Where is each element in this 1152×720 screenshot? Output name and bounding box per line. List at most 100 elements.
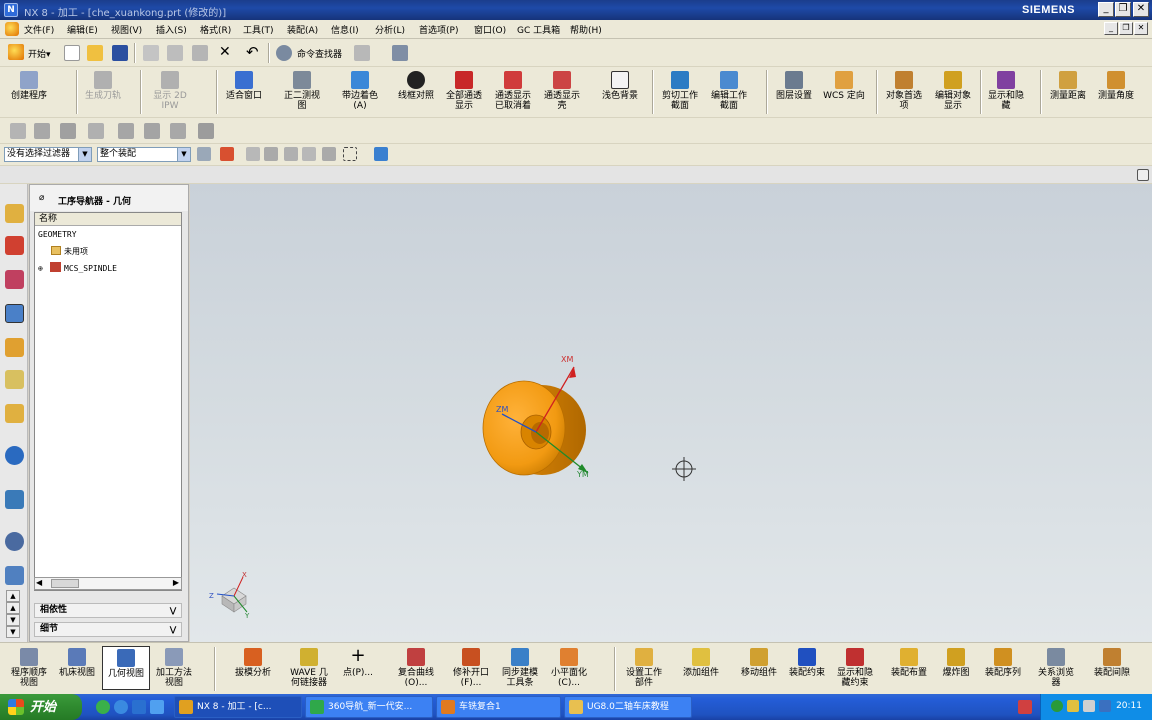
machine-tool-navigator-icon[interactable] bbox=[5, 338, 24, 357]
save-icon[interactable] bbox=[112, 45, 128, 61]
new-file-icon[interactable] bbox=[64, 45, 80, 61]
doc-restore-button[interactable]: ❐ bbox=[1119, 22, 1133, 35]
minimize-button[interactable]: _ bbox=[1098, 2, 1114, 17]
open-folder-icon[interactable] bbox=[87, 45, 103, 61]
program-order-view-button[interactable]: 程序顺序视图 bbox=[6, 648, 52, 688]
machining-method-view-button[interactable]: 加工方法视图 bbox=[152, 648, 196, 688]
reuse-library-icon[interactable] bbox=[5, 370, 24, 389]
command-finder-button[interactable]: 命令查找器 bbox=[297, 47, 342, 60]
disabled-tool-icon[interactable] bbox=[60, 123, 76, 139]
menu-info[interactable]: 信息(I) bbox=[331, 23, 359, 36]
measure-distance-button[interactable]: 测量距离 bbox=[1044, 71, 1092, 101]
system-materials-icon[interactable] bbox=[5, 566, 24, 585]
operation-navigator-icon[interactable] bbox=[5, 304, 24, 323]
chevron-down-icon[interactable]: ⋁ bbox=[167, 624, 179, 635]
navigator-tree[interactable]: 名称 GEOMETRY 未用项 ⊕ MCS_SPINDLE bbox=[34, 212, 182, 591]
disabled-tool-icon[interactable] bbox=[198, 123, 214, 139]
snap-mid-icon[interactable] bbox=[264, 147, 278, 161]
machine-tool-view-button[interactable]: 机床视图 bbox=[54, 648, 100, 678]
tray-volume-icon[interactable] bbox=[1083, 700, 1095, 712]
menu-file[interactable]: 文件(F) bbox=[24, 23, 54, 36]
scroll-up-icon[interactable]: ▲ bbox=[6, 602, 20, 614]
menu-view[interactable]: 视图(V) bbox=[111, 23, 142, 36]
scroll-down-icon[interactable]: ▼ bbox=[6, 614, 20, 626]
menu-edit[interactable]: 编辑(E) bbox=[67, 23, 98, 36]
menu-assembly[interactable]: 装配(A) bbox=[287, 23, 318, 36]
menu-preferences[interactable]: 首选项(P) bbox=[419, 23, 458, 36]
light-background-button[interactable]: 浅色背景 bbox=[596, 71, 644, 101]
menu-tools[interactable]: 工具(T) bbox=[243, 23, 274, 36]
relationship-browser-button[interactable]: 关系浏览器 bbox=[1034, 648, 1078, 688]
type-filter-dropdown[interactable]: 没有选择过滤器 ▼ bbox=[4, 147, 92, 162]
object-preferences-button[interactable]: 对象首选项 bbox=[880, 71, 928, 111]
exploded-views-button[interactable]: 爆炸图 bbox=[934, 648, 978, 678]
disabled-tool-icon[interactable] bbox=[34, 123, 50, 139]
selection-scope-dropdown[interactable]: 整个装配 ▼ bbox=[97, 147, 191, 162]
tray-app-icon[interactable] bbox=[1018, 700, 1032, 714]
shaded-with-edges-button[interactable]: 带边着色(A) bbox=[336, 71, 384, 111]
tree-row-mcs-spindle[interactable]: ⊕ MCS_SPINDLE bbox=[38, 262, 117, 273]
disabled-tool-icon[interactable] bbox=[170, 123, 186, 139]
close-button[interactable]: ✕ bbox=[1133, 2, 1149, 17]
assembly-clearance-button[interactable]: 装配间隙 bbox=[1090, 648, 1134, 678]
translucent-shell-button[interactable]: 通透显示壳 bbox=[538, 71, 586, 111]
snap-center-icon[interactable] bbox=[322, 147, 336, 161]
name-column-header[interactable]: 名称 bbox=[35, 213, 181, 226]
trimetric-view-button[interactable]: 正二测视图 bbox=[278, 71, 326, 111]
scroll-left-icon[interactable]: ◀ bbox=[36, 578, 42, 587]
cut-icon[interactable] bbox=[143, 45, 159, 61]
dependencies-panel[interactable]: 相依性 ⋁ bbox=[34, 603, 182, 618]
disabled-tool-icon[interactable] bbox=[118, 123, 134, 139]
menu-format[interactable]: 格式(R) bbox=[200, 23, 231, 36]
web-browser-icon[interactable] bbox=[5, 446, 24, 465]
maximize-button[interactable]: ❐ bbox=[1115, 2, 1131, 17]
layer-settings-button[interactable]: 图层设置 bbox=[770, 71, 818, 101]
doc-minimize-button[interactable]: _ bbox=[1104, 22, 1118, 35]
tree-row-unused[interactable]: 未用项 bbox=[51, 246, 88, 257]
snap-intersection-icon[interactable] bbox=[302, 147, 316, 161]
wave-geometry-linker-button[interactable]: WAVE 几何链接器 bbox=[286, 648, 332, 688]
edit-work-section-button[interactable]: 编辑工作截面 bbox=[704, 71, 754, 111]
wireframe-button[interactable]: 线框对照 bbox=[392, 71, 440, 101]
full-screen-icon[interactable] bbox=[1137, 169, 1149, 181]
delete-icon[interactable]: ✕ bbox=[219, 44, 231, 60]
scroll-right-icon[interactable]: ▶ bbox=[173, 578, 179, 587]
draft-analysis-button[interactable]: 拔模分析 bbox=[230, 648, 276, 678]
quicklaunch-icon[interactable] bbox=[96, 700, 110, 714]
disabled-tool-icon[interactable] bbox=[88, 123, 104, 139]
generate-toolpath-button[interactable]: 生成刀轨 bbox=[78, 71, 128, 101]
menu-gc-toolbox[interactable]: GC 工具箱 bbox=[517, 23, 560, 36]
set-work-part-button[interactable]: 设置工作部件 bbox=[620, 648, 668, 688]
graphics-window[interactable]: XM YM ZM X Y Z bbox=[190, 184, 1152, 642]
scroll-up-icon[interactable]: ▲ bbox=[6, 590, 20, 602]
part-disk[interactable] bbox=[482, 380, 586, 476]
scroll-down-icon[interactable]: ▼ bbox=[6, 626, 20, 638]
point-button[interactable]: + 点(P)... bbox=[336, 647, 380, 679]
horizontal-scrollbar[interactable]: ◀ ▶ bbox=[34, 577, 182, 590]
wcs-orient-button[interactable]: WCS 定向 bbox=[820, 71, 868, 101]
patch-openings-button[interactable]: 修补开口(F)... bbox=[448, 648, 494, 688]
menu-help[interactable]: 帮助(H) bbox=[570, 23, 602, 36]
assembly-navigator-icon[interactable] bbox=[5, 204, 24, 223]
scroll-thumb[interactable] bbox=[51, 579, 79, 588]
tree-row-geometry[interactable]: GEOMETRY bbox=[38, 230, 77, 239]
synchronous-modeling-toolbar-button[interactable]: 同步建模工具条 bbox=[496, 648, 544, 688]
ie-icon[interactable] bbox=[114, 700, 128, 714]
snap-end-icon[interactable] bbox=[246, 147, 260, 161]
cube-select-icon[interactable] bbox=[374, 147, 388, 161]
create-program-button[interactable]: 创建程序 bbox=[4, 71, 54, 101]
paste-icon[interactable] bbox=[192, 45, 208, 61]
snap-control-icon[interactable] bbox=[284, 147, 298, 161]
chevron-down-icon[interactable]: ⋁ bbox=[167, 605, 179, 616]
tray-network-icon[interactable] bbox=[1067, 700, 1079, 712]
undo-icon[interactable]: ↶ bbox=[246, 43, 259, 61]
expand-icon[interactable]: ⊕ bbox=[38, 264, 47, 273]
menu-analysis[interactable]: 分析(L) bbox=[375, 23, 405, 36]
show-2d-ipw-button[interactable]: 显示 2D IPW bbox=[146, 71, 194, 111]
tray-security-icon[interactable] bbox=[1051, 700, 1063, 712]
task-360-browser[interactable]: 360导航_新一代安... bbox=[305, 696, 433, 718]
menu-window[interactable]: 窗口(O) bbox=[474, 23, 506, 36]
move-component-button[interactable]: 移动组件 bbox=[736, 648, 782, 678]
task-nx[interactable]: NX 8 - 加工 - [c... bbox=[174, 696, 302, 718]
view-triad[interactable]: X Y Z bbox=[209, 571, 250, 620]
